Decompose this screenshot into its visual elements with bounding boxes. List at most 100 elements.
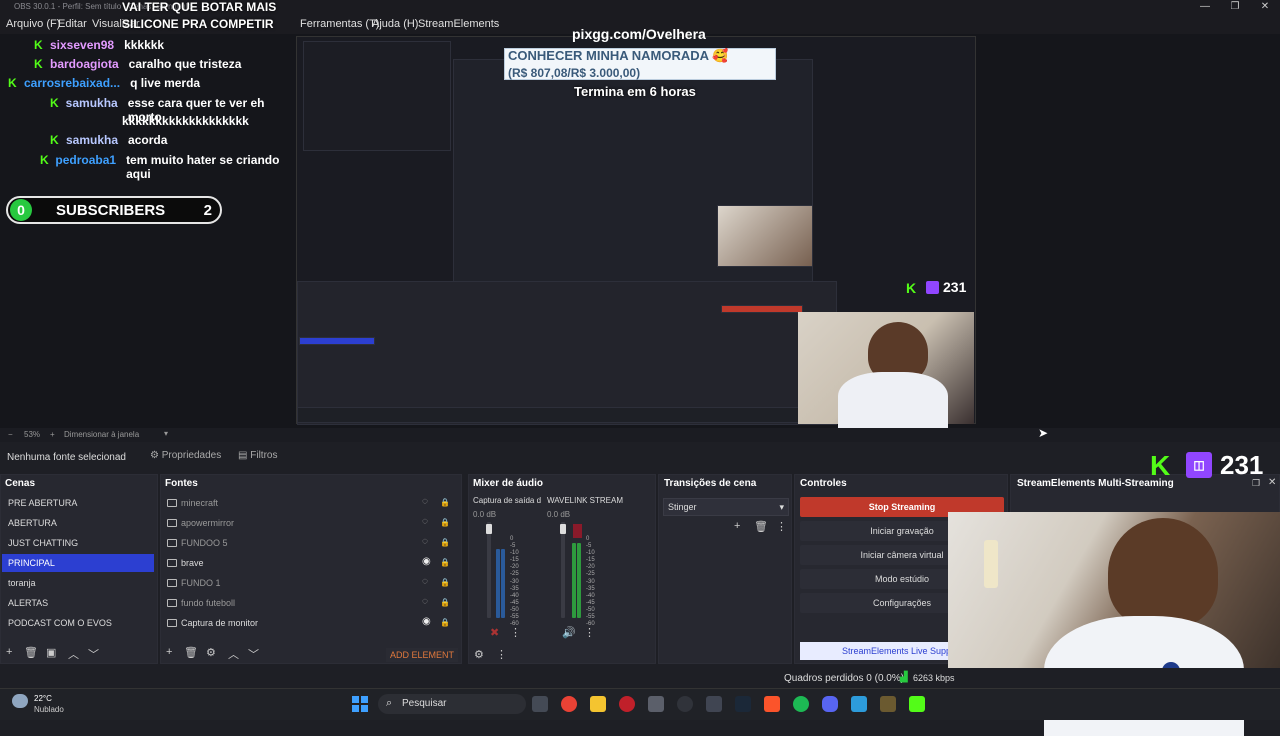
transition-select[interactable]: Stinger ▾ (663, 498, 789, 516)
menu-editar[interactable]: Editar (58, 18, 87, 30)
status-bar (0, 668, 1280, 688)
move-up-icon[interactable]: ︿ (228, 646, 239, 662)
monitor-icon (167, 619, 177, 627)
kick-icon: K (34, 38, 43, 52)
source-item[interactable]: apowermirror (181, 514, 234, 532)
lock-icon[interactable]: 🔒 (440, 498, 450, 507)
trash-icon[interactable]: 🗑 (24, 646, 38, 659)
app-icon[interactable] (706, 696, 722, 712)
maximize-icon[interactable]: ❐ (1220, 0, 1250, 16)
eye-visible-icon[interactable]: ◉ (422, 556, 431, 567)
zoom-mode[interactable]: Dimensionar à janela (64, 430, 139, 439)
scene-filter-icon[interactable]: ▣ (46, 646, 56, 659)
scene-item[interactable]: JUST CHATTING (2, 534, 154, 552)
source-item[interactable]: FUNDO 1 (181, 574, 221, 592)
discord-icon[interactable] (822, 696, 838, 712)
close-icon[interactable]: ✕ (1268, 477, 1276, 488)
properties-button[interactable]: ⚙ Propriedades (150, 450, 221, 461)
brave-icon[interactable] (764, 696, 780, 712)
eye-hidden-icon[interactable]: ◌ (422, 576, 428, 587)
eye-hidden-icon[interactable]: ◌ (422, 516, 428, 527)
menu-ferramentas[interactable]: Ferramentas (T) (300, 18, 379, 30)
weather-temp[interactable]: 22°C (34, 694, 52, 703)
scene-item[interactable]: PODCAST COM O EVOS (2, 614, 154, 632)
taskbar-search[interactable]: ⌕ Pesquisar (378, 694, 526, 714)
source-item[interactable]: fundo futeboll (181, 594, 235, 612)
trash-icon[interactable]: 🗑 (754, 520, 768, 533)
filters-button[interactable]: ▤ Filtros (238, 450, 277, 461)
volume-slider-track[interactable] (487, 522, 491, 618)
add-icon[interactable]: + (166, 646, 172, 658)
menu-dots-icon[interactable]: ⋮ (776, 520, 787, 533)
task-view-icon[interactable] (532, 696, 548, 712)
volume-slider-handle[interactable] (486, 524, 492, 534)
db-tick-label: -25 (510, 571, 519, 578)
speaker-icon[interactable]: 🔊 (562, 626, 576, 639)
db-tick-label: 0 (510, 536, 514, 542)
lock-icon[interactable]: 🔒 (440, 518, 450, 527)
chrome-icon[interactable] (561, 696, 577, 712)
move-up-icon[interactable]: ︿ (68, 646, 79, 662)
close-icon[interactable]: ✕ (1250, 0, 1280, 16)
db-scale: 0 -5 -10 -15 -20 -25 -30 -35 -40 -45 -50 -55 -60 (510, 536, 519, 628)
source-item[interactable]: brave (181, 554, 204, 572)
menu-streamelements[interactable]: StreamElements (418, 18, 499, 30)
nested-obs-docks (297, 281, 837, 425)
weather-desc[interactable]: Nublado (34, 705, 64, 714)
eye-hidden-icon[interactable]: ◌ (422, 536, 428, 547)
menu-dots-icon[interactable]: ⋮ (510, 626, 521, 639)
add-element-button[interactable]: ADD ELEMENT (386, 648, 458, 662)
mixer-settings-icon[interactable]: ⚙ (474, 648, 484, 661)
scene-item[interactable]: ALERTAS (2, 594, 154, 612)
mixer-channel-db: 0.0 dB (473, 510, 497, 519)
chat-text: acorda (128, 133, 168, 147)
notepad-icon[interactable] (851, 696, 867, 712)
scene-item[interactable]: PRE ABERTURA (2, 494, 154, 512)
menu-ajuda[interactable]: Ajuda (H) (372, 18, 418, 30)
obs-icon[interactable] (677, 696, 693, 712)
menu-dots-icon[interactable]: ⋮ (496, 648, 507, 661)
move-down-icon[interactable]: ﹀ (88, 646, 99, 662)
add-icon[interactable]: + (734, 520, 740, 532)
windows-start-icon[interactable] (352, 696, 368, 712)
source-item[interactable]: FUNDOO 5 (181, 534, 228, 552)
menu-dots-icon[interactable]: ⋮ (584, 626, 595, 639)
streamelements-live-support-button[interactable]: StreamElements Live Support (800, 642, 950, 660)
eye-hidden-icon[interactable]: ◌ (422, 596, 428, 607)
source-item[interactable]: Captura de monitor (181, 614, 258, 632)
volume-slider-handle[interactable] (560, 524, 566, 534)
menu-arquivo[interactable]: Arquivo (F) (6, 18, 60, 30)
opera-icon[interactable] (619, 696, 635, 712)
zoom-out-icon[interactable]: − (8, 430, 13, 439)
lock-icon[interactable]: 🔒 (440, 538, 450, 547)
app-icon[interactable] (648, 696, 664, 712)
move-down-icon[interactable]: ﹀ (248, 646, 259, 662)
window-icon (167, 559, 177, 567)
trash-icon[interactable]: 🗑 (184, 646, 198, 659)
mute-icon[interactable]: ✖ (490, 626, 499, 639)
minimize-icon[interactable]: — (1190, 0, 1220, 16)
volume-slider-track[interactable] (561, 522, 565, 618)
scene-item[interactable]: toranja (2, 574, 154, 592)
eye-visible-icon[interactable]: ◉ (422, 616, 431, 627)
steam-icon[interactable] (735, 696, 751, 712)
db-tick-label: -50 (510, 606, 519, 613)
weather-icon[interactable] (12, 694, 28, 708)
eye-hidden-icon[interactable]: ◌ (422, 496, 428, 507)
scene-item[interactable]: ABERTURA (2, 514, 154, 532)
scene-item-selected[interactable]: PRINCIPAL (2, 554, 154, 572)
spotify-icon[interactable] (793, 696, 809, 712)
file-explorer-icon[interactable] (590, 696, 606, 712)
lock-icon[interactable]: 🔒 (440, 618, 450, 627)
lock-icon[interactable]: 🔒 (440, 578, 450, 587)
source-item[interactable]: minecraft (181, 494, 218, 512)
chevron-down-icon[interactable]: ▾ (164, 429, 168, 438)
zoom-in-icon[interactable]: + (50, 430, 55, 439)
app-icon[interactable] (880, 696, 896, 712)
gear-icon[interactable]: ⚙ (206, 646, 216, 659)
add-icon[interactable]: + (6, 646, 12, 658)
kick-app-icon[interactable] (909, 696, 925, 712)
filter-icon: ▤ (238, 450, 251, 461)
lock-icon[interactable]: 🔒 (440, 598, 450, 607)
lock-icon[interactable]: 🔒 (440, 558, 450, 567)
